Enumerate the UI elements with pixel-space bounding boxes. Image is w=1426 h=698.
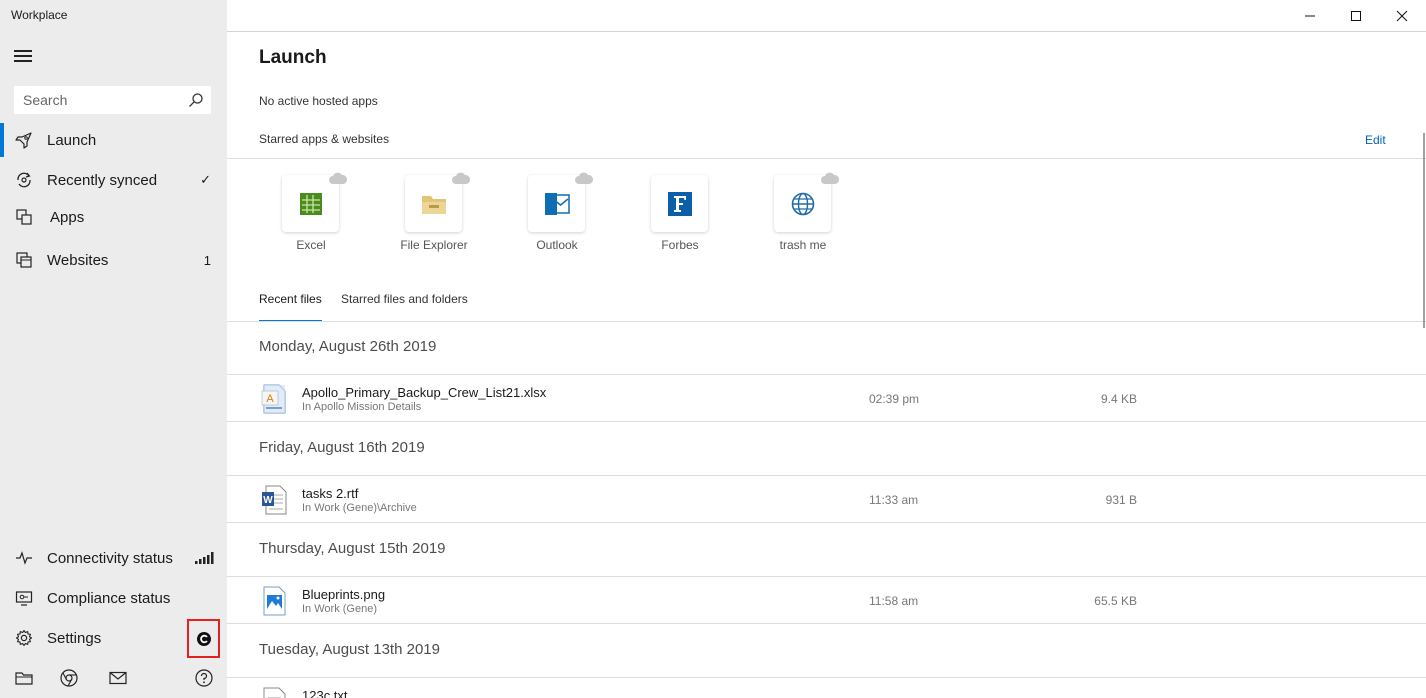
starred-apps-label: Starred apps & websites — [259, 132, 390, 146]
divider — [227, 158, 1426, 159]
file-path: In Work (Gene)\Archive — [302, 502, 417, 514]
settings-status-badge[interactable] — [187, 619, 220, 658]
file-time: 02:39 pm — [869, 392, 920, 406]
file-size: 931 B — [1105, 493, 1137, 507]
text-file-icon — [263, 687, 286, 698]
nav-item-compliance-status[interactable]: Compliance status — [0, 579, 227, 617]
file-name: tasks 2.rtf — [302, 486, 359, 501]
app-tile-excel[interactable]: Excel — [261, 172, 361, 265]
cloud-icon — [575, 172, 594, 184]
file-row[interactable]: Blueprints.png In Work (Gene) 11:58 am 6… — [227, 576, 1426, 623]
xlsx-file-icon: A — [261, 384, 286, 414]
svg-text:W: W — [263, 495, 273, 506]
nav-label-apps: Apps — [50, 208, 85, 226]
search-input[interactable] — [15, 87, 180, 113]
sync-icon — [14, 170, 34, 190]
close-button[interactable] — [1379, 0, 1425, 31]
app-label: File Explorer — [400, 238, 468, 252]
nav-item-websites[interactable]: Websites 1 — [0, 241, 227, 279]
signal-bars-icon — [195, 552, 214, 564]
app-label: Outlook — [536, 238, 578, 252]
file-time: 11:58 am — [869, 594, 919, 608]
websites-icon — [14, 250, 34, 270]
footer-icon-bar — [0, 664, 227, 692]
nav-label-connectivity: Connectivity status — [47, 549, 173, 567]
nav-label-websites: Websites — [47, 251, 109, 269]
tab-starred-files-and-folders[interactable]: Starred files and folders — [341, 292, 468, 322]
sidebar: Workplace Launch Recently synced ✓ Apps … — [0, 0, 227, 698]
nav-label-compliance: Compliance status — [47, 589, 171, 607]
word-file-icon: W — [262, 485, 287, 515]
checkmark-icon: ✓ — [200, 172, 211, 187]
minimize-icon — [1305, 15, 1315, 16]
date-group-header: Friday, August 16th 2019 — [227, 421, 1426, 475]
app-tile-trash-me[interactable]: trash me — [753, 172, 853, 265]
app-tile-forbes[interactable]: Forbes — [630, 175, 730, 265]
nav-item-connectivity-status[interactable]: Connectivity status — [0, 539, 227, 577]
no-hosted-apps-text: No active hosted apps — [259, 94, 378, 108]
apps-icon — [14, 207, 34, 227]
main-content: Launch No active hosted apps Starred app… — [227, 33, 1426, 698]
chrome-icon[interactable] — [59, 668, 79, 688]
file-name: Blueprints.png — [302, 587, 386, 602]
file-row[interactable]: 123c.txt — [227, 677, 1426, 698]
circular-c-icon — [196, 631, 211, 646]
file-size: 65.5 KB — [1094, 594, 1137, 608]
date-group-header: Thursday, August 15th 2019 — [227, 522, 1426, 576]
cloud-icon — [329, 172, 348, 184]
nav-label-recently-synced: Recently synced — [47, 171, 158, 189]
maximize-icon — [1351, 10, 1361, 21]
scrollbar-thumb[interactable] — [1423, 133, 1425, 328]
close-icon — [1396, 10, 1408, 21]
file-name: 123c.txt — [302, 688, 348, 698]
page-title: Launch — [259, 47, 327, 68]
edit-starred-link[interactable]: Edit — [1365, 133, 1386, 147]
file-name: Apollo_Primary_Backup_Crew_List21.xlsx — [302, 385, 547, 400]
date-group-header: Monday, August 26th 2019 — [259, 338, 437, 355]
hamburger-menu-icon[interactable] — [14, 50, 32, 62]
nav-label-launch: Launch — [47, 131, 97, 149]
search-box — [14, 86, 211, 114]
cloud-icon — [821, 172, 840, 184]
pulse-icon — [14, 548, 34, 568]
nav-label-settings: Settings — [47, 629, 102, 647]
gear-icon — [14, 628, 34, 648]
mail-icon[interactable] — [108, 668, 128, 688]
svg-text:A: A — [266, 393, 274, 405]
rocket-icon — [14, 130, 34, 150]
forbes-icon — [651, 175, 708, 232]
file-path: In Apollo Mission Details — [302, 401, 422, 413]
folder-icon[interactable] — [14, 668, 34, 688]
nav-item-recently-synced[interactable]: Recently synced ✓ — [0, 161, 227, 199]
help-icon[interactable] — [194, 668, 214, 688]
app-tile-file-explorer[interactable]: File Explorer — [384, 172, 484, 265]
cloud-icon — [452, 172, 471, 184]
nav-item-apps[interactable]: Apps — [0, 198, 227, 236]
file-path: In Work (Gene) — [302, 603, 377, 615]
websites-count-badge: 1 — [203, 252, 211, 268]
date-group-header: Tuesday, August 13th 2019 — [227, 623, 1426, 677]
app-label: trash me — [779, 238, 827, 252]
app-title: Workplace — [11, 8, 68, 22]
search-icon[interactable] — [188, 92, 204, 108]
file-time: 11:33 am — [869, 493, 919, 507]
file-row[interactable]: A Apollo_Primary_Backup_Crew_List21.xlsx… — [227, 374, 1426, 421]
maximize-button[interactable] — [1333, 0, 1379, 31]
app-tile-outlook[interactable]: Outlook — [507, 172, 607, 265]
active-indicator — [0, 123, 4, 157]
tab-recent-files[interactable]: Recent files — [259, 292, 322, 322]
window-titlebar — [227, 0, 1426, 32]
file-row[interactable]: W tasks 2.rtf In Work (Gene)\Archive 11:… — [227, 475, 1426, 522]
app-label: Forbes — [661, 238, 699, 252]
app-label: Excel — [296, 238, 326, 252]
minimize-button[interactable] — [1287, 0, 1333, 31]
file-size: 9.4 KB — [1100, 392, 1137, 406]
nav-item-launch[interactable]: Launch — [0, 121, 227, 159]
image-file-icon — [263, 586, 286, 616]
monitor-check-icon — [14, 588, 34, 608]
